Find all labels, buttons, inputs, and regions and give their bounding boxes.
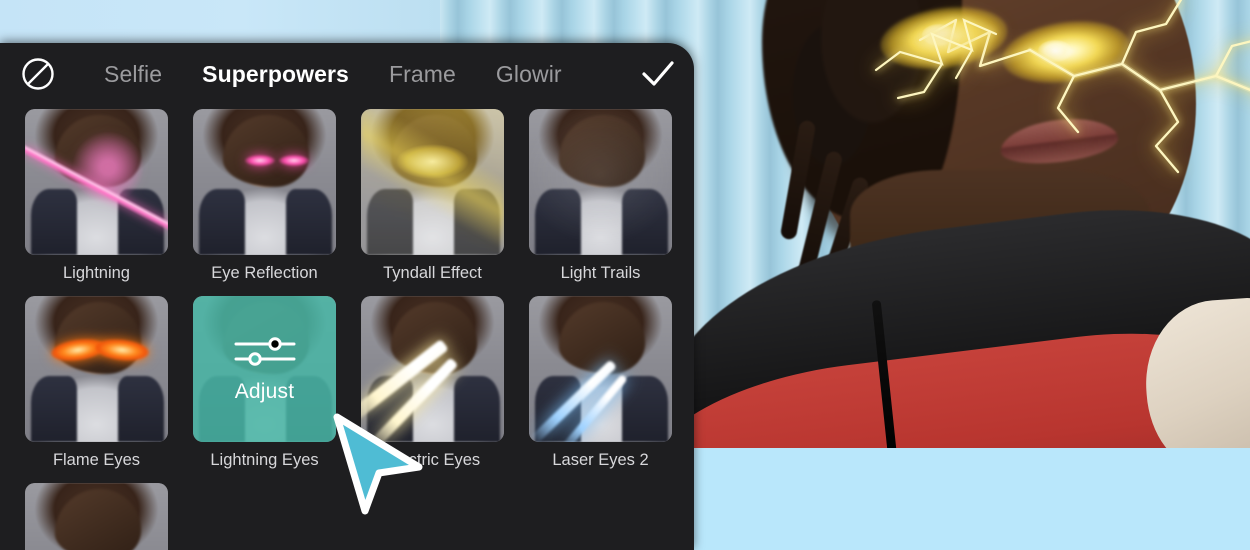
effect-thumbnail-eye-reflection[interactable]: [193, 109, 336, 255]
adjust-label: Adjust: [234, 380, 295, 403]
effect-cell[interactable]: Lightning: [25, 109, 168, 283]
effect-label: Electric Eyes: [384, 451, 481, 469]
thumbnail-shoulder: [367, 376, 413, 442]
effect-thumbnail-tyndall[interactable]: [361, 109, 504, 255]
effect-cell[interactable]: Tyndall Effect: [361, 109, 504, 283]
thumbnail-shoulder: [622, 189, 668, 255]
effect-cell[interactable]: Electric Eyes: [361, 296, 504, 470]
tab-list: Selfie Superpowers Frame Glowir: [84, 61, 634, 88]
thumbnail-shoulder: [118, 189, 164, 255]
effect-thumbnail-flame-eyes[interactable]: [25, 296, 168, 442]
effect-cell[interactable]: Laser Eyes 2: [529, 296, 672, 470]
tab-frame[interactable]: Frame: [369, 61, 476, 88]
thumbnail-shoulder: [535, 189, 581, 255]
thumbnail-shoulder: [31, 376, 77, 442]
ban-icon[interactable]: [18, 54, 58, 94]
effect-cell-selected[interactable]: Adjust Lightning Eyes: [193, 296, 336, 470]
effect-label: Light Trails: [560, 264, 641, 282]
effect-thumbnail-light-trails[interactable]: [529, 109, 672, 255]
thumbnail-shoulder: [535, 376, 581, 442]
effects-panel: Selfie Superpowers Frame Glowir Lightnin…: [0, 43, 694, 550]
sliders-icon: [234, 337, 295, 366]
effect-label: Flame Eyes: [52, 451, 141, 469]
effect-thumbnail-electric-eyes[interactable]: [361, 296, 504, 442]
effect-thumbnail-lightning-eyes[interactable]: Adjust: [193, 296, 336, 442]
effect-thumbnail-lightning[interactable]: [25, 109, 168, 255]
effect-cell[interactable]: Eye Reflection: [193, 109, 336, 283]
effect-label: Eye Reflection: [211, 264, 318, 282]
thumbnail-shoulder: [454, 376, 500, 442]
thumbnail-shoulder: [622, 376, 668, 442]
effect-label: Tyndall Effect: [383, 264, 482, 282]
thumbnail-shoulder: [286, 189, 332, 255]
tab-superpowers[interactable]: Superpowers: [182, 61, 369, 88]
thumbnail-shoulder: [31, 189, 77, 255]
lightning-bolt-left: [874, 18, 998, 100]
effect-label: Lightning Eyes: [210, 451, 319, 469]
thumbnail-shoulder: [199, 189, 245, 255]
adjust-overlay[interactable]: Adjust: [193, 296, 336, 442]
thumbnail-shoulder: [118, 376, 164, 442]
tab-glowing[interactable]: Glowir: [476, 61, 582, 88]
effect-thumbnail-next-row[interactable]: [25, 483, 168, 550]
effect-thumbnail-laser-eyes-2[interactable]: [529, 296, 672, 442]
effects-grid: Lightning Eye Reflection Tyndall Effect …: [0, 105, 694, 550]
effect-label: Laser Eyes 2: [552, 451, 649, 469]
tab-selfie[interactable]: Selfie: [84, 61, 182, 88]
effect-overlay-tyndall-beam: [361, 109, 504, 255]
effect-cell[interactable]: Flame Eyes: [25, 296, 168, 470]
effect-cell[interactable]: Light Trails: [529, 109, 672, 283]
effect-cell[interactable]: [25, 483, 168, 550]
app-root: Selfie Superpowers Frame Glowir Lightnin…: [0, 0, 1250, 550]
effect-label: Lightning: [63, 264, 130, 282]
effects-toolbar: Selfie Superpowers Frame Glowir: [0, 43, 694, 105]
check-icon[interactable]: [638, 58, 678, 90]
